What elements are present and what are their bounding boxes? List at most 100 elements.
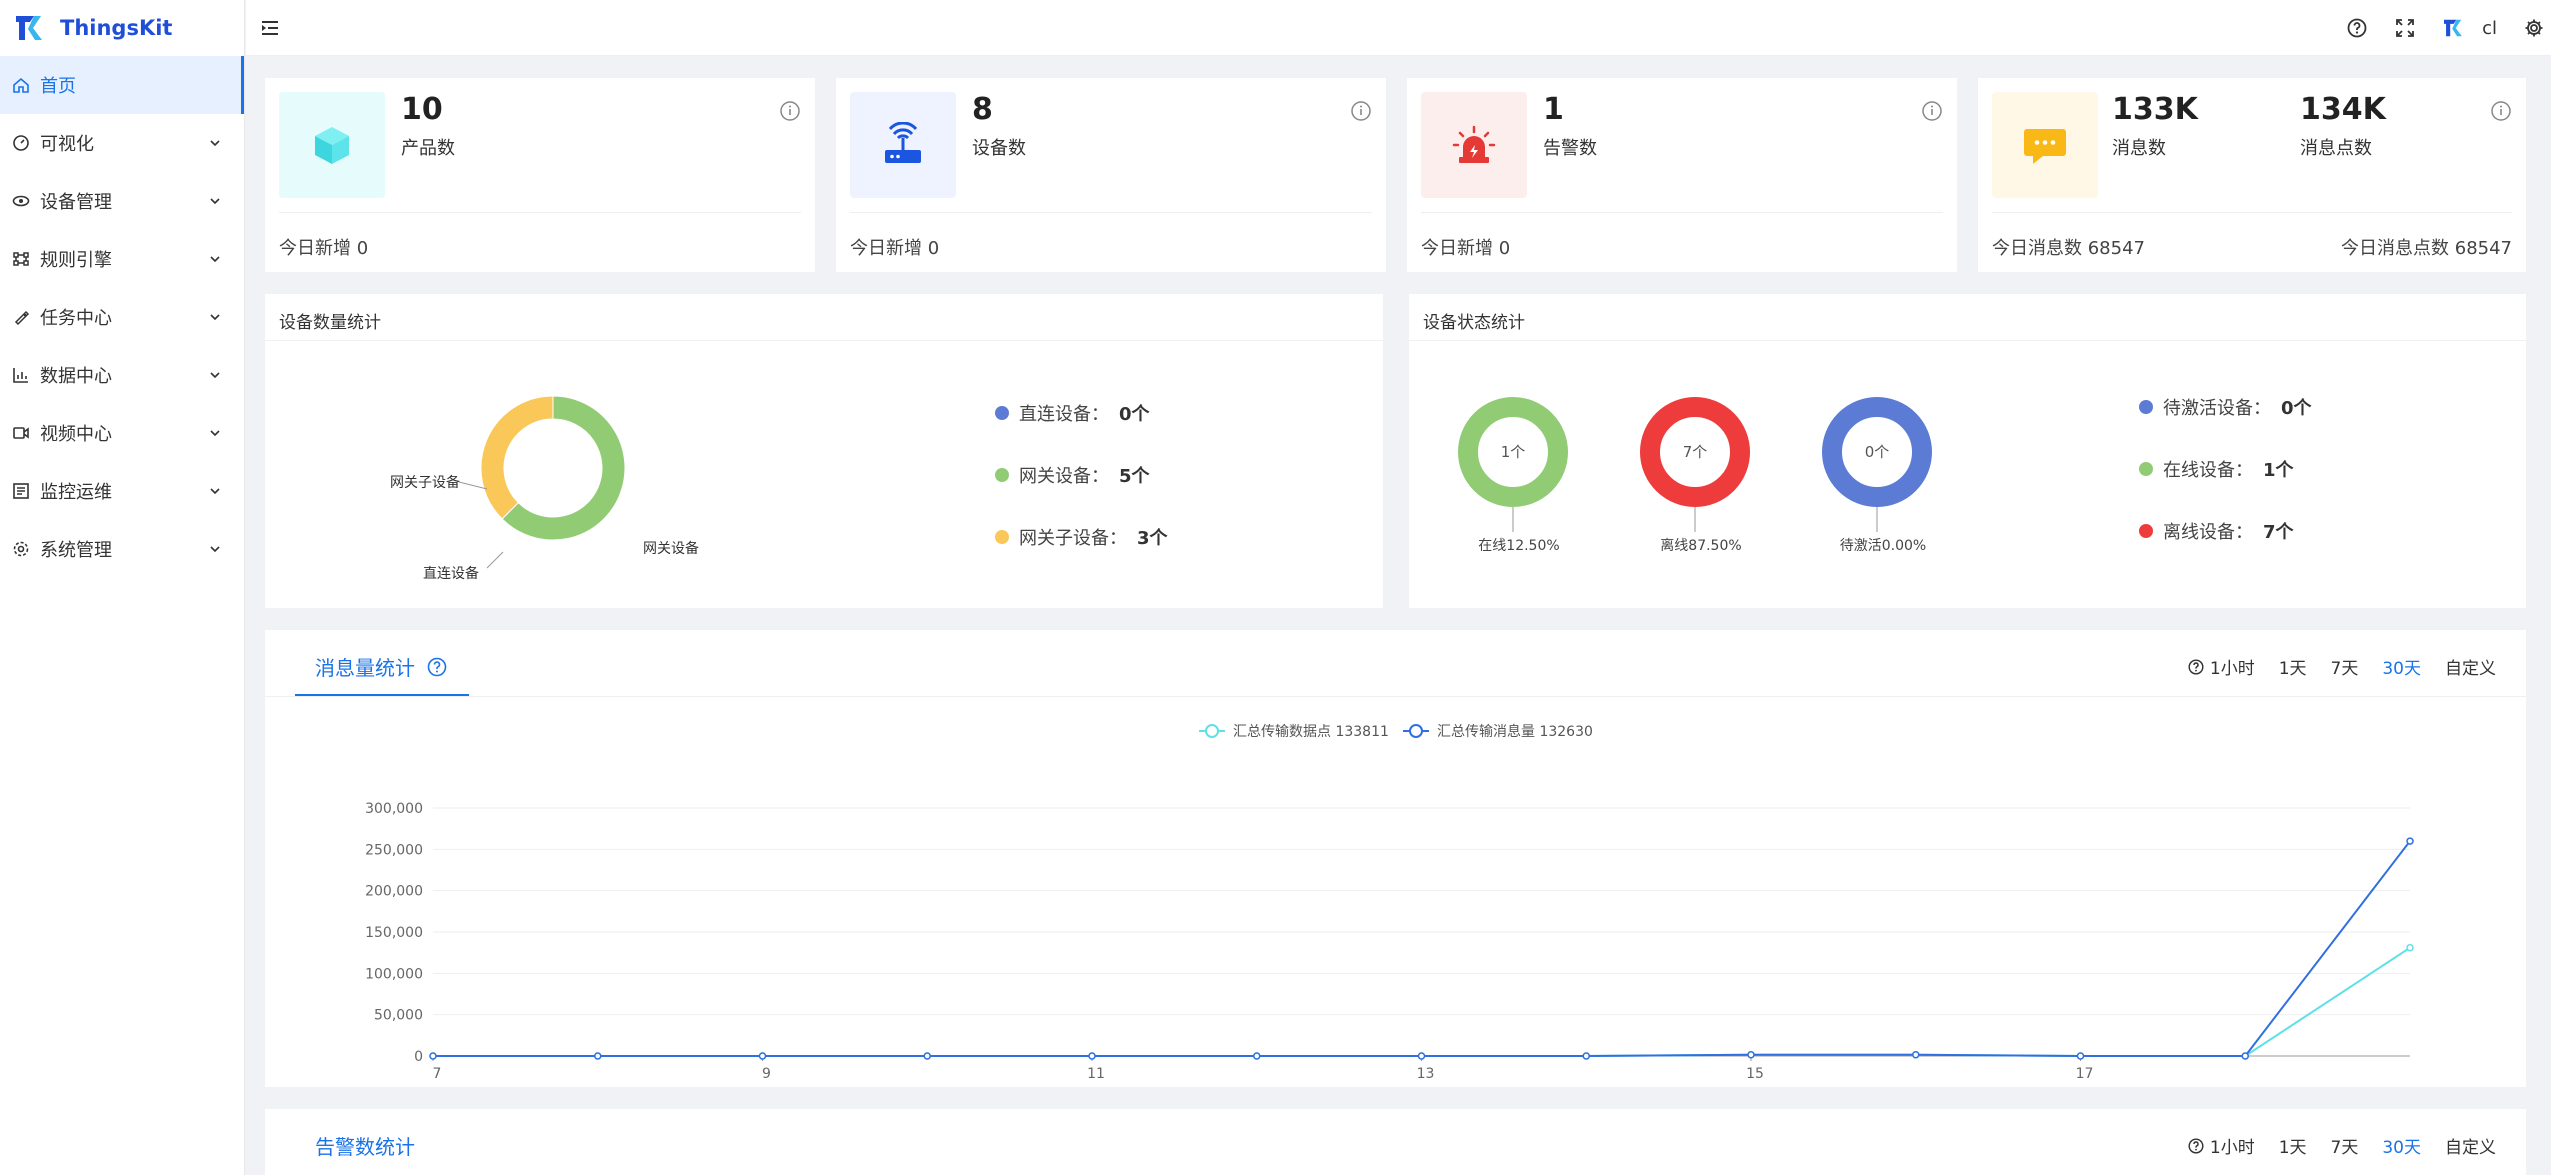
info-icon[interactable]: [2490, 100, 2512, 122]
range-tab-4[interactable]: 自定义: [2445, 654, 2496, 679]
data-point[interactable]: [1088, 1052, 1096, 1060]
divider: [265, 696, 2526, 697]
ring-center-value: 0个: [1865, 443, 1890, 461]
info-icon[interactable]: [779, 100, 801, 122]
range-label: 1小时: [2209, 659, 2255, 679]
series-line-1: [433, 840, 2411, 1057]
data-point[interactable]: [923, 1052, 931, 1060]
info-icon[interactable]: [1921, 100, 1943, 122]
info-icon[interactable]: [1350, 100, 1372, 122]
range-tab-2[interactable]: 7天: [2331, 654, 2359, 679]
tab-message-stats[interactable]: 消息量统计: [315, 652, 447, 681]
sidebar-item-1[interactable]: 可视化: [0, 114, 244, 172]
gear-icon[interactable]: [2523, 17, 2545, 39]
sidebar-item-label: 设备管理: [40, 192, 112, 213]
message-point-label: 消息点数: [2300, 138, 2372, 159]
data-point[interactable]: [2406, 837, 2414, 845]
range-label: 自定义: [2445, 659, 2496, 679]
time-range-tabs: 1小时 1天 7天 30天 自定义: [2188, 654, 2496, 679]
range-label: 1天: [2278, 1138, 2307, 1158]
fullscreen-icon[interactable]: [2394, 17, 2416, 39]
sidebar-item-label: 系统管理: [40, 540, 112, 561]
tab-alarm-stats[interactable]: 告警数统计: [315, 1131, 415, 1160]
legend-item[interactable]: 待激活设备： 0个: [2139, 394, 2312, 420]
legend-item[interactable]: 在线设备： 1个: [2139, 456, 2294, 482]
data-point[interactable]: [2241, 1052, 2249, 1060]
legend-dot: [995, 468, 1009, 482]
legend-label: 待激活设备：: [2163, 398, 2271, 419]
range-tab-3[interactable]: 30天: [2382, 1133, 2421, 1158]
data-point[interactable]: [1253, 1052, 1261, 1060]
chevron-down-icon: [210, 430, 220, 437]
logo[interactable]: ThingsKit: [0, 0, 244, 56]
legend-dot: [995, 530, 1009, 544]
range-tab-0[interactable]: 1小时: [2188, 1133, 2255, 1158]
sidebar-item-8[interactable]: 系统管理: [0, 520, 244, 578]
legend-item[interactable]: 直连设备： 0个: [995, 400, 1150, 426]
range-label: 30天: [2382, 659, 2421, 679]
alarm-siren-icon: [1421, 92, 1527, 198]
sidebar-item-4[interactable]: 任务中心: [0, 288, 244, 346]
settings-icon: [12, 540, 30, 558]
sidebar-item-3[interactable]: 规则引擎: [0, 230, 244, 288]
legend-item[interactable]: 网关设备： 5个: [995, 462, 1150, 488]
sidebar-item-5[interactable]: 数据中心: [0, 346, 244, 404]
y-tick-label: 100,000: [365, 966, 423, 982]
data-point[interactable]: [2076, 1052, 2085, 1060]
device-count: 8: [972, 92, 993, 127]
sidebar-item-6[interactable]: 视频中心: [0, 404, 244, 462]
legend-item[interactable]: 离线设备： 7个: [2139, 518, 2294, 544]
data-point[interactable]: [1747, 1051, 1755, 1059]
panel-title: 设备数量统计: [279, 313, 381, 333]
device-label: 设备数: [972, 138, 1026, 159]
help-icon[interactable]: [2346, 17, 2368, 39]
data-point[interactable]: [1582, 1052, 1590, 1060]
help-icon[interactable]: [427, 657, 447, 677]
menu-collapse-icon[interactable]: [258, 16, 282, 40]
y-tick-label: 50,000: [374, 1008, 423, 1024]
range-tab-3[interactable]: 30天: [2382, 654, 2421, 679]
message-point-count: 134K: [2300, 92, 2386, 127]
legend-label[interactable]: 汇总传输消息量 132630: [1437, 723, 1593, 740]
data-point[interactable]: [1417, 1052, 1426, 1060]
legend-marker: [1409, 724, 1423, 738]
product-today-new: 今日新增 0: [279, 238, 369, 259]
legend-item[interactable]: 网关子设备： 3个: [995, 524, 1168, 550]
user-menu[interactable]: cl: [2442, 17, 2497, 39]
donut-label-gateway-sub: 网关子设备: [390, 474, 460, 491]
range-tab-0[interactable]: 1小时: [2188, 654, 2255, 679]
monitor-icon: [12, 482, 30, 500]
today-message-count: 今日消息数 68547: [1992, 238, 2145, 259]
donut-label-direct: 直连设备: [423, 565, 479, 582]
help-icon: [2188, 1137, 2204, 1154]
sidebar-item-label: 数据中心: [40, 366, 112, 387]
device-status-ring-charts: 1个在线12.50% 7个离线87.50% 0个待激活0.00%: [1458, 397, 1932, 554]
product-icon: [279, 92, 385, 198]
y-tick-label: 150,000: [365, 925, 423, 941]
divider: [1421, 212, 1943, 213]
range-tab-1[interactable]: 1天: [2279, 1133, 2307, 1158]
data-point[interactable]: [758, 1052, 767, 1060]
data-point[interactable]: [594, 1052, 602, 1060]
message-count: 133K: [2112, 92, 2198, 127]
range-tab-2[interactable]: 7天: [2331, 1133, 2359, 1158]
ring-center-value: 7个: [1683, 443, 1708, 461]
legend-value: 3个: [1137, 528, 1168, 549]
device-count-panel: 设备数量统计 网关子设备 直连设备 网关设备 直连设备： 0个 网关设备： 5个 网关子…: [265, 294, 1383, 608]
y-tick-label: 0: [414, 1049, 423, 1065]
donut-slice-2[interactable]: [480, 395, 554, 520]
data-point[interactable]: [429, 1052, 437, 1060]
x-tick-label: 17: [2076, 1066, 2094, 1082]
sidebar-item-7[interactable]: 监控运维: [0, 462, 244, 520]
legend-label[interactable]: 汇总传输数据点 133811: [1233, 724, 1389, 740]
range-tab-4[interactable]: 自定义: [2445, 1133, 2496, 1158]
divider: [1409, 340, 2526, 341]
sidebar-item-label: 监控运维: [40, 482, 112, 503]
data-point[interactable]: [1912, 1051, 1920, 1059]
sidebar-item-0[interactable]: 首页: [0, 56, 244, 114]
x-tick-label: 15: [1746, 1066, 1764, 1082]
sidebar-item-2[interactable]: 设备管理: [0, 172, 244, 230]
data-point[interactable]: [2406, 943, 2414, 952]
range-tab-1[interactable]: 1天: [2279, 654, 2307, 679]
tab-label: 消息量统计: [315, 656, 415, 680]
